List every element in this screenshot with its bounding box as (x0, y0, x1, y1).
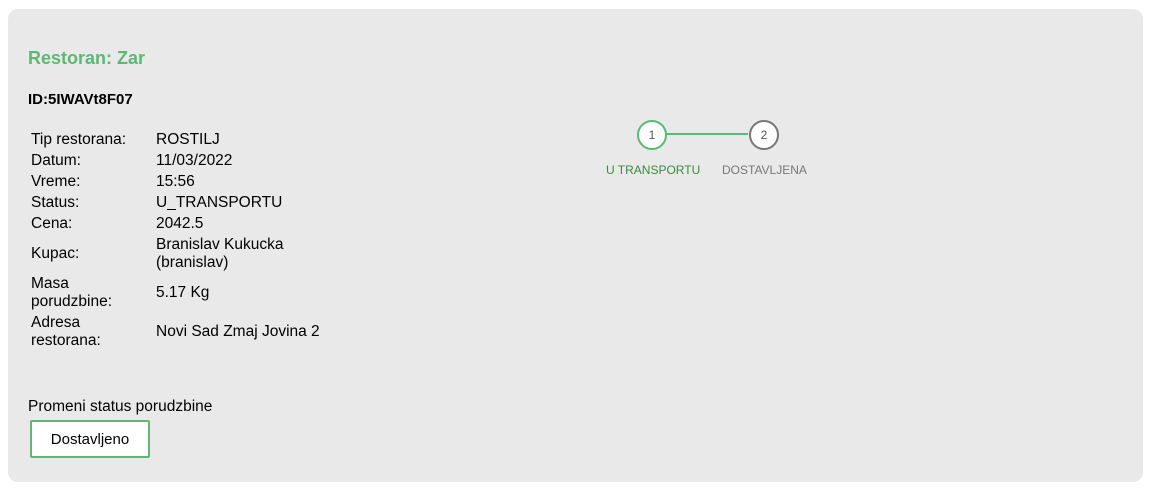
detail-value: 15:56 (156, 173, 195, 190)
detail-row-status: Status: U_TRANSPORTU (30, 193, 356, 214)
detail-value: 5.17 Kg (156, 284, 210, 301)
order-card: Restoran: Zar ID:5IWAVt8F07 Tip restoran… (8, 9, 1143, 482)
step-2-label: DOSTAVLJENA (722, 163, 807, 177)
detail-value: Branislav Kukucka (branislav) (156, 236, 284, 271)
step-1-label: U TRANSPORTU (606, 163, 701, 177)
detail-row-weight: Masa porudzbine: 5.17 Kg (30, 274, 356, 313)
detail-key: Status: (31, 194, 80, 211)
detail-key: Tip restorana: (31, 131, 127, 148)
detail-row-type: Tip restorana: ROSTILJ (30, 130, 356, 151)
detail-value: Novi Sad Zmaj Jovina 2 (156, 323, 320, 340)
detail-row-time: Vreme: 15:56 (30, 172, 356, 193)
detail-key: Kupac: (31, 245, 80, 262)
order-id: ID:5IWAVt8F07 (28, 91, 133, 108)
step-2-circle: 2 (749, 120, 779, 150)
delivered-button[interactable]: Dostavljeno (30, 420, 150, 458)
step-1-circle: 1 (637, 120, 667, 150)
status-change-label: Promeni status porudzbine (28, 398, 213, 415)
detail-row-date: Datum: 11/03/2022 (30, 151, 356, 172)
detail-value: ROSTILJ (156, 131, 220, 148)
restaurant-title: Restoran: Zar (28, 48, 146, 68)
order-details-table: Tip restorana: ROSTILJ Datum: 11/03/2022… (28, 130, 358, 352)
detail-row-price: Cena: 2042.5 (30, 214, 356, 235)
detail-value: U_TRANSPORTU (156, 194, 283, 211)
detail-key: Vreme: (31, 173, 81, 190)
detail-value: 11/03/2022 (156, 152, 233, 169)
step-connector (661, 133, 748, 135)
detail-key: Adresa restorana: (31, 314, 101, 349)
detail-key: Datum: (31, 152, 81, 169)
detail-row-customer: Kupac: Branislav Kukucka (branislav) (30, 235, 356, 274)
detail-row-address: Adresa restorana: Novi Sad Zmaj Jovina 2 (30, 313, 356, 352)
detail-key: Masa porudzbine: (31, 275, 113, 310)
detail-value: 2042.5 (156, 215, 204, 232)
detail-key: Cena: (31, 215, 73, 232)
